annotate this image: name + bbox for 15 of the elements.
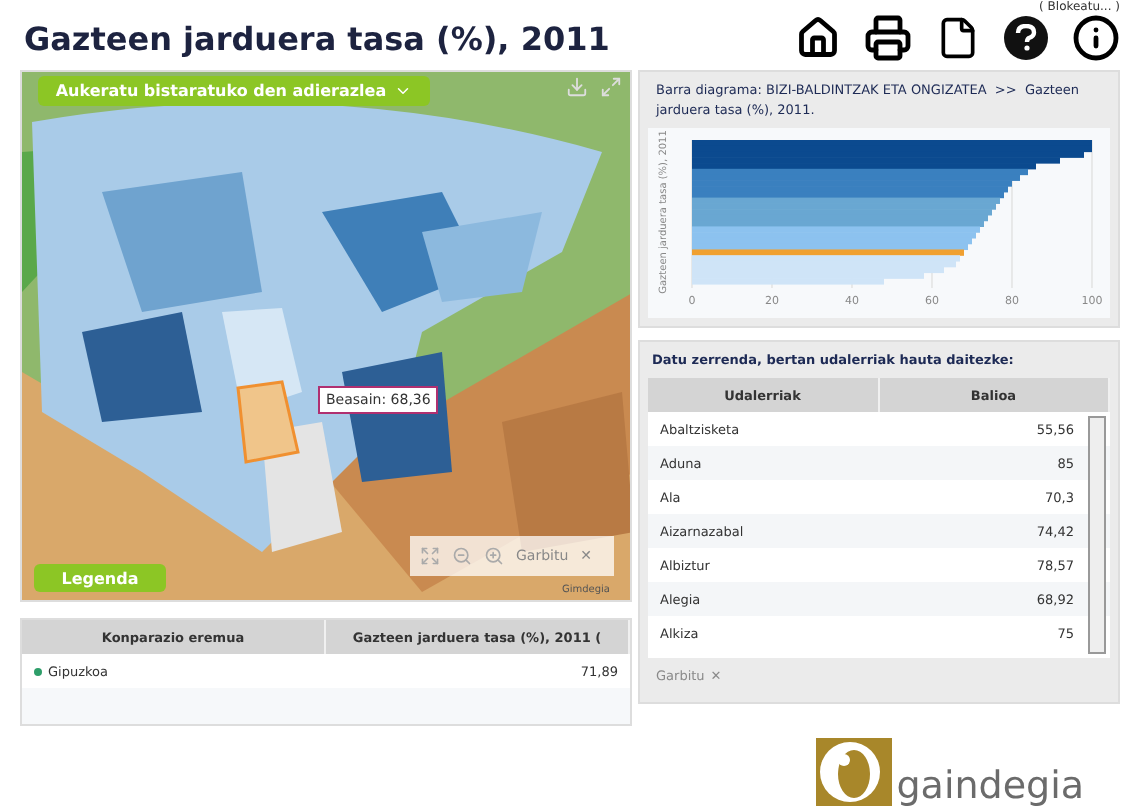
home-icon[interactable] (796, 16, 840, 60)
zoom-out-icon[interactable] (452, 546, 472, 566)
page-title: Gazteen jarduera tasa (%), 2011 (24, 20, 610, 58)
fullscreen-icon[interactable] (420, 546, 440, 566)
logo-text: gaindegia (896, 768, 1084, 806)
scrollbar[interactable] (1088, 416, 1106, 654)
caret-icon (394, 82, 413, 100)
download-icon[interactable] (566, 76, 588, 98)
help-icon[interactable] (1004, 16, 1048, 60)
printer-icon[interactable] (864, 14, 912, 62)
logo-icon (816, 738, 893, 806)
document-icon[interactable] (936, 16, 980, 60)
zoom-in-icon[interactable] (484, 546, 504, 566)
expand-icon[interactable] (600, 76, 622, 98)
info-icon[interactable] (1072, 14, 1120, 62)
